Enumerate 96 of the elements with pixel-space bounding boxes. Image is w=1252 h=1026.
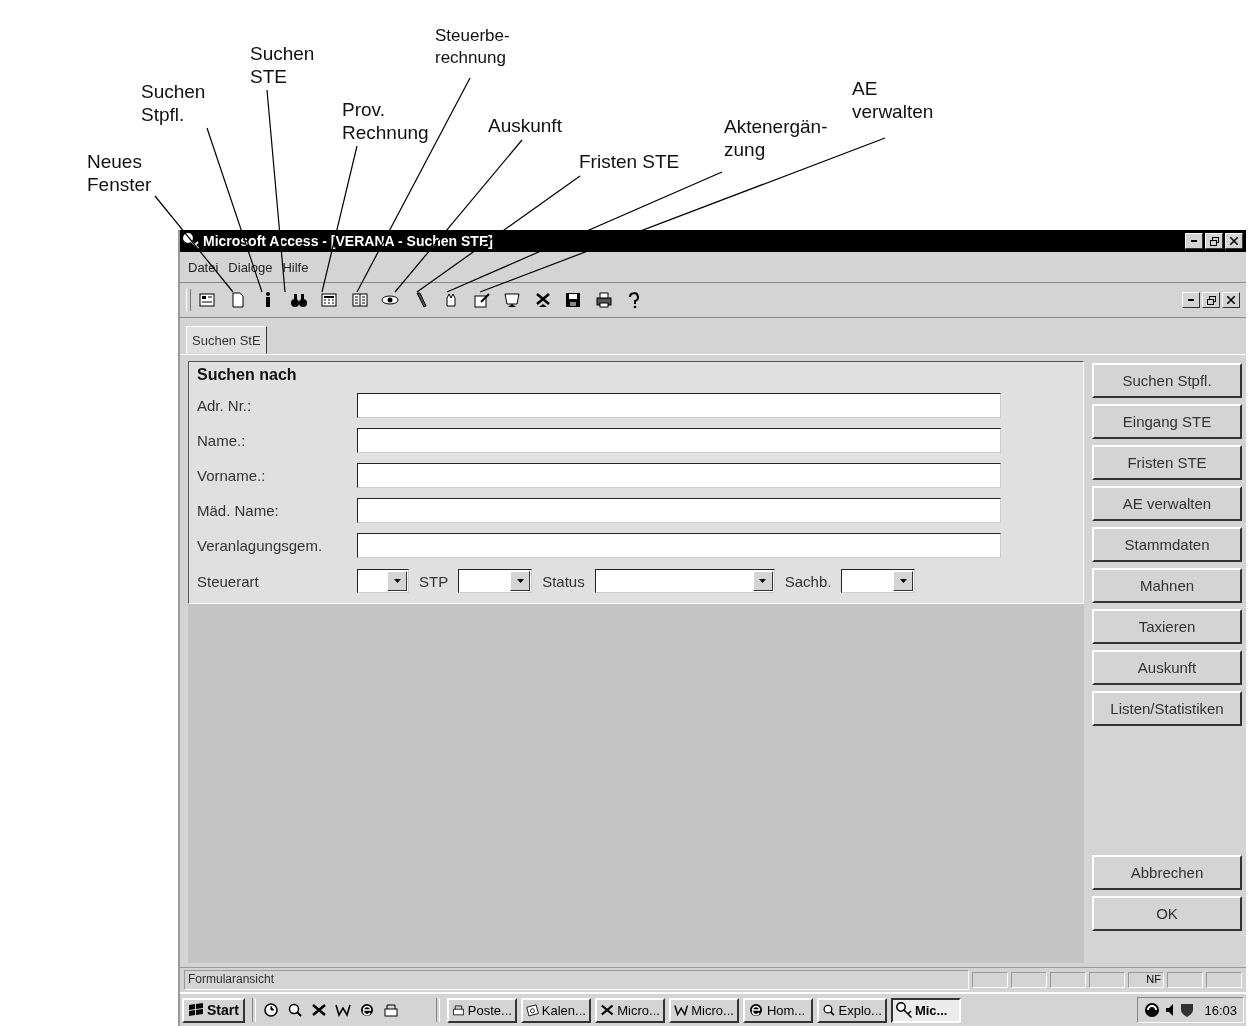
start-button[interactable]: Start [182,997,245,1023]
clock-icon[interactable] [262,1002,279,1018]
key-icon [895,1002,912,1018]
restore-button[interactable] [1202,292,1220,308]
dropdown-field[interactable] [841,569,916,593]
taskbar-button[interactable]: Kalen... [520,997,591,1023]
callout-label: Suchen Stpfl. [141,80,206,126]
callout-label: Suchen STE [250,42,315,88]
status-panel [1089,972,1125,988]
restore-button[interactable] [1205,233,1223,249]
status-panel [1050,972,1086,988]
action-button[interactable]: Suchen Stpfl. [1092,363,1242,398]
field-label: Veranlagungsgem. [197,537,324,554]
input-field[interactable] [357,428,1001,453]
status-panel [1206,972,1242,988]
action-button[interactable]: Stammdaten [1092,527,1242,562]
action-button[interactable]: Taxieren [1092,609,1242,644]
status-panel [972,972,1008,988]
field-label: Sachb. [784,572,832,590]
close-icon [1230,237,1238,245]
input-field[interactable] [357,533,1001,558]
field-label: Steuerart [197,572,260,590]
dropdown-arrow-icon [516,579,524,583]
flag-icon [188,1003,204,1017]
close-button[interactable] [1225,233,1243,249]
callout-label: Prov. Rechnung [342,98,429,144]
restore-icon [1209,236,1219,246]
calendar-icon [525,1002,539,1018]
action-button[interactable]: Fristen STE [1092,445,1242,480]
calculator-icon[interactable] [320,291,338,309]
status-panel [1167,972,1203,988]
action-button[interactable]: Mahnen [1092,568,1242,603]
letter-w-icon[interactable] [334,1002,351,1018]
dropdown-field[interactable] [594,569,775,593]
callout-label: Neues Fenster [87,150,152,196]
action-button[interactable]: AE verwalten [1092,486,1242,521]
field-label: Name.: [197,432,247,449]
print-icon[interactable] [594,291,613,309]
close-button[interactable] [1222,292,1240,308]
dropdown-arrow-icon [759,579,767,583]
dialog-button[interactable]: OK [1092,896,1242,931]
field-label: Adr. Nr.: [197,397,253,414]
callout-label: Aktenergän- zung [724,115,828,161]
save-icon[interactable] [564,291,582,309]
input-field[interactable] [357,463,1001,488]
minimize-button[interactable] [1185,233,1203,249]
taskbar-button[interactable]: Explo... [816,997,887,1023]
action-button[interactable]: Listen/Statistiken [1092,691,1242,726]
taskbar-button[interactable]: Mic... [890,997,961,1023]
callout-label: Auskunft [488,114,562,137]
callout-label: Fristen STE [579,150,680,173]
callout-label: Steuerbe- rechnung [435,25,510,69]
form-icon[interactable] [198,291,216,309]
taskbar-button[interactable]: Micro... [668,997,739,1023]
key-icon [183,233,199,249]
dropdown-field[interactable] [458,569,533,593]
letter-w-icon [673,1002,689,1018]
clock: 16:03 [1204,1002,1237,1018]
status-text: Formularansicht [184,970,969,990]
action-button[interactable]: Auskunft [1092,650,1242,685]
dropdown-arrow-icon [393,579,401,583]
status-indicator: NF [1128,972,1164,988]
inbox-icon[interactable] [382,1002,399,1018]
callout-label: AE verwalten [852,77,934,123]
inbox-icon [451,1002,465,1018]
field-label: Vorname.: [197,467,267,484]
menu-item[interactable]: Hilfe [282,258,309,277]
taskbar-button[interactable]: Hom... [742,997,813,1023]
table-icon[interactable] [350,291,369,309]
globe-e-icon[interactable] [358,1002,375,1018]
dropdown-arrow-icon [899,579,907,583]
minimize-button[interactable] [1182,292,1200,308]
input-field[interactable] [357,393,1001,418]
window-title: Microsoft Access - [VERANA - Suchen STE] [203,233,494,249]
shield-icon[interactable] [1180,1002,1195,1018]
input-field[interactable] [357,498,1001,523]
close-icon [1227,296,1235,304]
minimize-icon [1188,299,1194,301]
panel-title: Suchen nach [197,366,298,384]
globe-e-icon [747,1002,764,1018]
restore-icon [1206,295,1216,305]
magnifier-icon [821,1002,836,1018]
binoculars-icon[interactable] [289,291,308,309]
taskbar-button[interactable]: Micro... [594,997,665,1023]
taskbar-button[interactable]: Poste... [446,997,517,1023]
status-panel [1011,972,1047,988]
action-button[interactable]: Eingang STE [1092,404,1242,439]
field-label: STP [419,572,449,590]
form-tab[interactable]: Suchen StE [186,326,267,354]
note-icon[interactable] [472,291,491,309]
minimize-icon [1191,240,1197,242]
field-label: Status [542,572,585,590]
field-label: Mäd. Name: [197,502,280,519]
dialog-button[interactable]: Abbrechen [1092,855,1242,890]
dropdown-field[interactable] [357,569,409,593]
magnifier-icon[interactable] [286,1002,303,1018]
